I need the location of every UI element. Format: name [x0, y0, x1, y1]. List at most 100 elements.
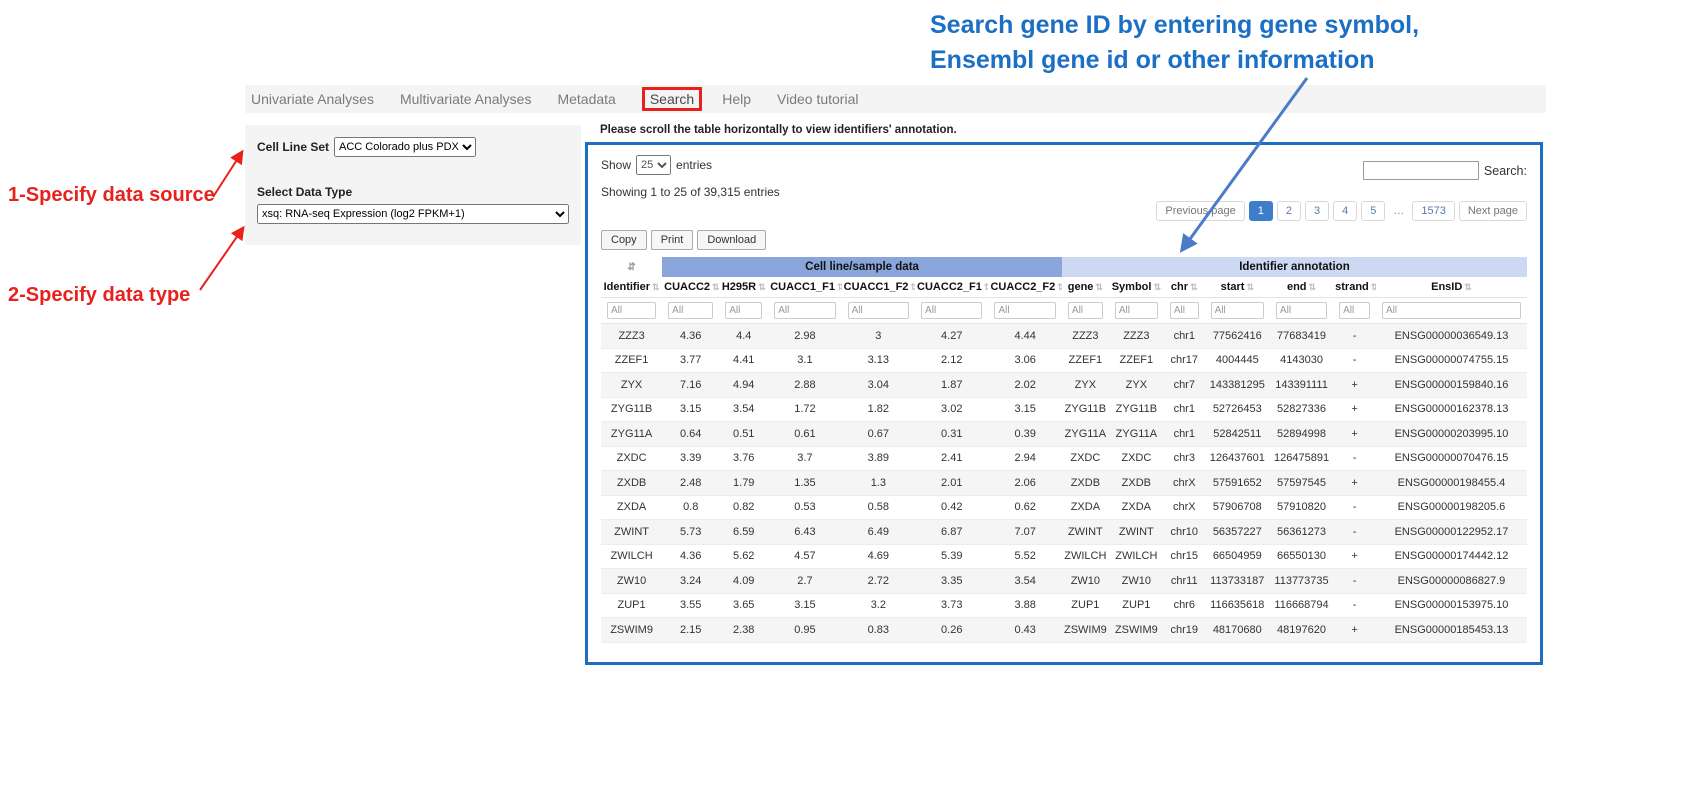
- table-cell: 1.35: [768, 471, 841, 496]
- step1-annotation: 1-Specify data source: [8, 184, 215, 207]
- table-cell: ZXDA: [1062, 495, 1109, 520]
- filter-cell: [601, 298, 662, 324]
- table-cell: ZWINT: [1109, 520, 1164, 545]
- nav-item-help[interactable]: Help: [722, 91, 751, 107]
- data-type-select[interactable]: xsq: RNA-seq Expression (log2 FPKM+1): [257, 204, 569, 224]
- cell-line-set-select[interactable]: ACC Colorado plus PDX: [334, 137, 476, 157]
- filter-row: [601, 298, 1527, 324]
- filter-input-identifier[interactable]: [607, 302, 656, 319]
- page-button-1573[interactable]: 1573: [1412, 201, 1454, 221]
- column-header-cuacc1-f1[interactable]: CUACC1_F1⇅: [768, 277, 841, 298]
- table-cell: 126437601: [1205, 446, 1270, 471]
- sort-icon: ⇅: [1464, 282, 1472, 292]
- column-label: Identifier: [604, 281, 650, 293]
- table-cell: 7.07: [988, 520, 1061, 545]
- nav-item-metadata[interactable]: Metadata: [557, 91, 615, 107]
- nav-item-multivariate-analyses[interactable]: Multivariate Analyses: [400, 91, 532, 107]
- table-cell: ZUP1: [1062, 593, 1109, 618]
- page-button-1[interactable]: 1: [1249, 201, 1273, 221]
- table-cell: 3.24: [662, 569, 719, 594]
- table-cell: chr6: [1164, 593, 1205, 618]
- next-page-button[interactable]: Next page: [1459, 201, 1527, 221]
- column-header-chr[interactable]: chr⇅: [1164, 277, 1205, 298]
- column-label: CUACC2_F1: [917, 281, 982, 293]
- filter-input-end[interactable]: [1276, 302, 1327, 319]
- table-cell: 4.57: [768, 544, 841, 569]
- nav-item-univariate-analyses[interactable]: Univariate Analyses: [251, 91, 374, 107]
- filter-cell: [1270, 298, 1333, 324]
- filter-input-cuacc1-f1[interactable]: [774, 302, 835, 319]
- sort-icon: ⇅: [712, 282, 719, 292]
- download-button[interactable]: Download: [697, 230, 766, 250]
- table-cell: ZYG11B: [1109, 397, 1164, 422]
- column-header-cuacc1-f2[interactable]: CUACC1_F2⇅: [842, 277, 915, 298]
- column-header-start[interactable]: start⇅: [1205, 277, 1270, 298]
- page-length-select[interactable]: 25: [636, 155, 671, 175]
- column-header-ensid[interactable]: EnsID⇅: [1376, 277, 1527, 298]
- table-cell: 56361273: [1270, 520, 1333, 545]
- table-cell: 2.01: [915, 471, 988, 496]
- column-header-end[interactable]: end⇅: [1270, 277, 1333, 298]
- table-cell: 1.87: [915, 373, 988, 398]
- table-cell: 3.04: [842, 373, 915, 398]
- table-cell: 1.82: [842, 397, 915, 422]
- print-button[interactable]: Print: [651, 230, 694, 250]
- column-header-cuacc2-f1[interactable]: CUACC2_F1⇅: [915, 277, 988, 298]
- table-cell: ENSG00000198455.4: [1376, 471, 1527, 496]
- column-header-symbol[interactable]: Symbol⇅: [1109, 277, 1164, 298]
- table-cell: 116668794: [1270, 593, 1333, 618]
- table-search-control: Search:: [1363, 161, 1527, 180]
- table-cell: +: [1333, 618, 1376, 643]
- search-annotation-line2: Ensembl gene id or other information: [930, 43, 1510, 78]
- page-length-control: Show 25 entries: [601, 155, 712, 175]
- table-cell: chr15: [1164, 544, 1205, 569]
- sort-icon: ⇅: [837, 282, 842, 292]
- column-label: end: [1287, 281, 1307, 293]
- nav-item-video-tutorial[interactable]: Video tutorial: [777, 91, 858, 107]
- filter-input-cuacc2-f1[interactable]: [921, 302, 982, 319]
- table-cell: ENSG00000198205.6: [1376, 495, 1527, 520]
- table-cell: 3.15: [988, 397, 1061, 422]
- filter-input-ensid[interactable]: [1382, 302, 1521, 319]
- filter-input-h295r[interactable]: [725, 302, 762, 319]
- corner-sort-icon[interactable]: ⇵: [601, 257, 662, 277]
- table-cell: 2.02: [988, 373, 1061, 398]
- column-header-cuacc2-f2[interactable]: CUACC2_F2⇅: [988, 277, 1061, 298]
- table-cell: 2.15: [662, 618, 719, 643]
- column-header-gene[interactable]: gene⇅: [1062, 277, 1109, 298]
- page-button-3[interactable]: 3: [1305, 201, 1329, 221]
- filter-input-chr[interactable]: [1170, 302, 1199, 319]
- column-header-strand[interactable]: strand⇅: [1333, 277, 1376, 298]
- table-search-input[interactable]: [1363, 161, 1479, 180]
- page-button-4[interactable]: 4: [1333, 201, 1357, 221]
- previous-page-button[interactable]: Previous page: [1156, 201, 1244, 221]
- table-cell: chr17: [1164, 348, 1205, 373]
- filter-input-gene[interactable]: [1068, 302, 1103, 319]
- page-button-2[interactable]: 2: [1277, 201, 1301, 221]
- column-header-h295r[interactable]: H295R⇅: [719, 277, 768, 298]
- nav-item-search[interactable]: Search: [642, 87, 702, 111]
- sort-icon: ⇅: [1190, 282, 1198, 292]
- table-cell: 0.39: [988, 422, 1061, 447]
- table-cell: 2.98: [768, 324, 841, 349]
- filter-input-symbol[interactable]: [1115, 302, 1158, 319]
- column-header-cuacc2[interactable]: CUACC2⇅: [662, 277, 719, 298]
- copy-button[interactable]: Copy: [601, 230, 647, 250]
- filter-input-cuacc1-f2[interactable]: [848, 302, 909, 319]
- filter-input-strand[interactable]: [1339, 302, 1370, 319]
- table-cell: 66504959: [1205, 544, 1270, 569]
- page-button-5[interactable]: 5: [1361, 201, 1385, 221]
- table-cell: 0.64: [662, 422, 719, 447]
- table-cell: 0.43: [988, 618, 1061, 643]
- filter-input-cuacc2-f2[interactable]: [994, 302, 1055, 319]
- table-cell: ENSG00000036549.13: [1376, 324, 1527, 349]
- filter-input-cuacc2[interactable]: [668, 302, 713, 319]
- table-cell: 0.82: [719, 495, 768, 520]
- table-cell: ENSG00000086827.9: [1376, 569, 1527, 594]
- filter-input-start[interactable]: [1211, 302, 1264, 319]
- table-cell: ENSG00000162378.13: [1376, 397, 1527, 422]
- table-cell: 48197620: [1270, 618, 1333, 643]
- table-cell: 52894998: [1270, 422, 1333, 447]
- column-header-identifier[interactable]: Identifier⇅: [601, 277, 662, 298]
- table-cell: ZZZ3: [1062, 324, 1109, 349]
